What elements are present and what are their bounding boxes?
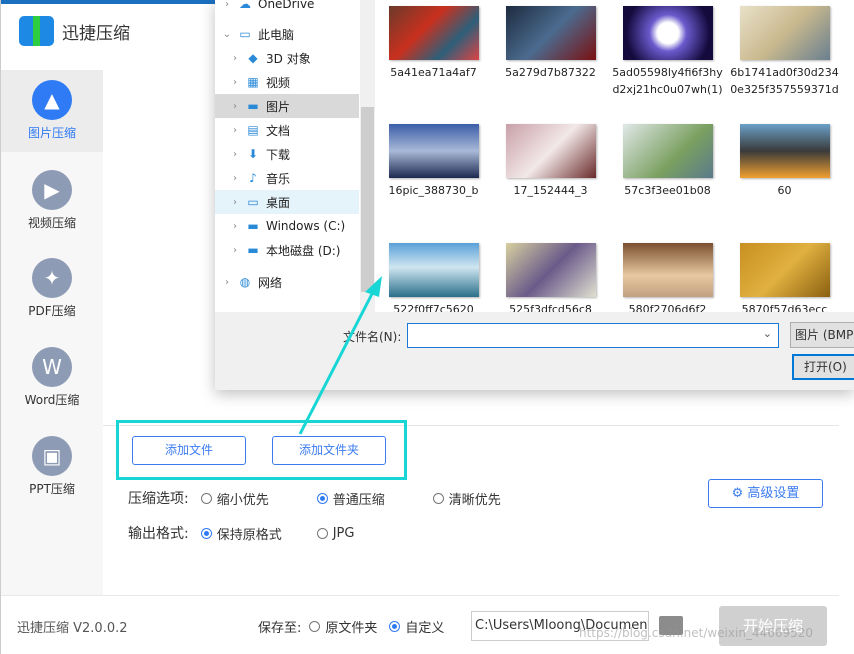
annotation-arrow: [298, 276, 382, 435]
